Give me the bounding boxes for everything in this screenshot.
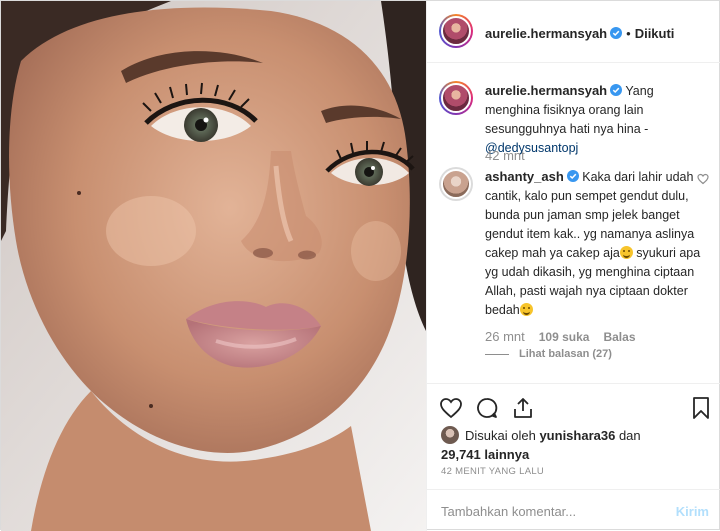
verified-icon [610,84,623,96]
comment-time[interactable]: 26 mnt [485,329,525,344]
reply-button[interactable]: Balas [603,330,635,344]
instagram-post-modal: aurelie.hermansyah • Diikuti aurelie.herma… [0,0,720,531]
follow-status-button[interactable]: Diikuti [635,26,675,41]
verified-icon [610,27,623,39]
emoji-icon [519,303,533,316]
caption-username[interactable]: aurelie.hermansyah [485,83,607,98]
comment-composer: Tambahkan komentar... Kirim [427,489,720,531]
likes-count[interactable]: 29,741 lainnya [441,447,529,462]
comment-icon[interactable] [475,396,499,420]
comment-meta: 26 mnt 109 suka Balas [485,329,650,344]
post-sidebar: aurelie.hermansyah • Diikuti aurelie.herma… [426,1,720,531]
commenter-avatar[interactable] [439,167,473,201]
replies-line [485,353,509,355]
caption: aurelie.hermansyah Yang menghina fisikny… [439,81,719,166]
share-icon[interactable] [511,396,535,420]
comment-input[interactable]: Tambahkan komentar... [441,504,576,519]
view-replies-label[interactable]: Lihat balasan (27) [519,348,612,360]
likes-summary: Disukai oleh yunishara36 dan 29,741 lain… [441,426,641,464]
caption-meta: 42 mnt [485,148,539,163]
verified-icon [566,170,579,182]
comment-text: ashanty_ash Kaka dari lahir udah cantik,… [485,167,705,320]
author-username[interactable]: aurelie.hermansyah [485,26,607,41]
comment-like-heart-icon[interactable] [697,173,709,185]
likes-prefix: Disukai oleh [465,428,536,443]
header-line: aurelie.hermansyah • Diikuti [485,26,674,41]
post-header: aurelie.hermansyah • Diikuti [427,1,720,63]
liker-avatar[interactable] [441,426,459,444]
comment-item: ashanty_ash Kaka dari lahir udah cantik,… [439,167,719,367]
caption-time[interactable]: 42 mnt [485,148,525,163]
author-avatar[interactable] [439,14,473,48]
post-photo[interactable] [1,1,426,531]
heart-icon[interactable] [439,396,463,420]
commenter-username[interactable]: ashanty_ash [485,169,564,184]
likes-and: dan [618,428,641,443]
view-replies[interactable]: Lihat balasan (27) [485,348,612,360]
portrait-image [1,1,426,531]
emoji-icon [619,246,633,259]
post-actions: Disukai oleh yunishara36 dan 29,741 lain… [427,383,720,503]
bookmark-icon[interactable] [689,396,713,420]
liker-username[interactable]: yunishara36 [539,428,615,443]
caption-text: aurelie.hermansyah Yang menghina fisikny… [485,81,705,158]
comment-likes[interactable]: 109 suka [539,330,590,344]
send-button[interactable]: Kirim [676,504,709,519]
post-timestamp[interactable]: 42 MENIT YANG LALU [441,466,544,477]
caption-avatar[interactable] [439,81,473,115]
separator-dot: • [626,26,631,41]
